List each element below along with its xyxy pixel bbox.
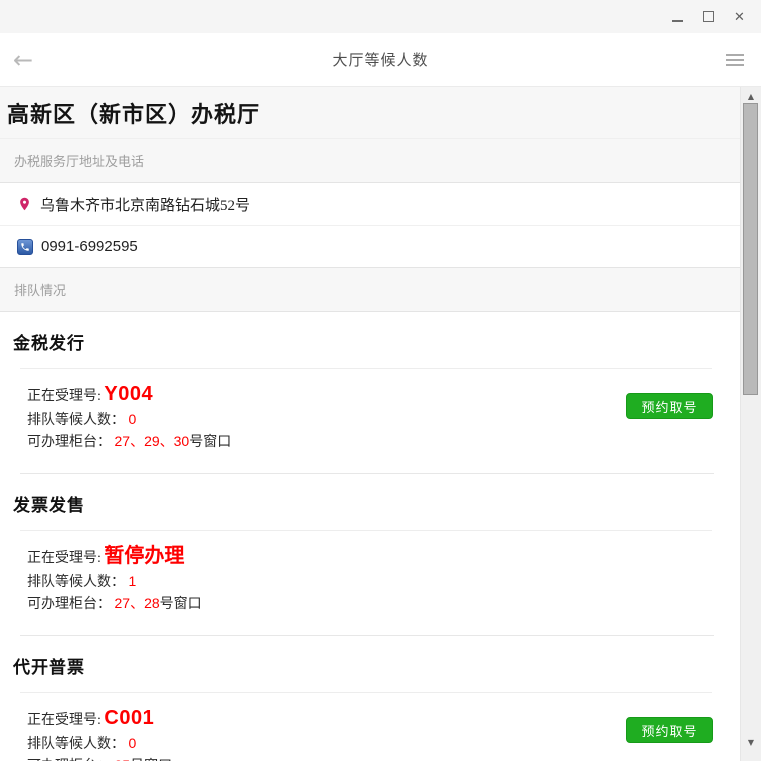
office-name: 高新区（新市区）办税厅 xyxy=(0,87,740,139)
queue-section: 代开普票 正在受理号: C001 排队等候人数： 0 可办理柜台： 25号窗口 … xyxy=(0,636,740,761)
phone-row[interactable]: 0991-6992595 xyxy=(0,225,740,267)
close-icon: ✕ xyxy=(734,9,745,25)
current-number-value: C001 xyxy=(104,707,154,729)
waiting-count-value: 0 xyxy=(129,735,137,751)
counters-line: 可办理柜台： 25号窗口 xyxy=(27,755,620,761)
office-phone: 0991-6992595 xyxy=(41,238,138,255)
titlebar: ✕ xyxy=(0,0,761,33)
content-area: 高新区（新市区）办税厅 办税服务厅地址及电话 乌鲁木齐市北京南路钻石城52号 0… xyxy=(0,87,761,761)
counters-value: 27、28 xyxy=(115,595,160,611)
queue-section: 发票发售 正在受理号: 暂停办理 排队等候人数： 1 可办理柜台： 27、28号… xyxy=(0,474,740,636)
queue-status-block: 排队情况 xyxy=(0,267,740,312)
waiting-count-line: 排队等候人数： 0 xyxy=(27,733,620,755)
queue-section: 金税发行 正在受理号: Y004 排队等候人数： 0 可办理柜台： 27、29、… xyxy=(0,312,740,474)
location-pin-icon xyxy=(17,194,32,214)
counters-label: 可办理柜台： xyxy=(27,435,111,450)
page-title: 大厅等候人数 xyxy=(0,49,761,70)
current-number-label: 正在受理号: xyxy=(27,389,104,404)
office-address: 乌鲁木齐市北京南路钻石城52号 xyxy=(40,194,250,215)
scroll-down-icon[interactable]: ▼ xyxy=(741,738,761,747)
vertical-scrollbar[interactable]: ▲ ▼ xyxy=(740,87,761,761)
minimize-button[interactable] xyxy=(662,4,693,30)
menu-icon[interactable] xyxy=(726,51,744,69)
app-header: ← 大厅等候人数 xyxy=(0,33,761,87)
contact-section-label: 办税服务厅地址及电话 xyxy=(0,139,740,182)
counters-line: 可办理柜台： 27、28号窗口 xyxy=(27,593,620,615)
queue-section-label: 排队情况 xyxy=(0,268,740,311)
address-row[interactable]: 乌鲁木齐市北京南路钻石城52号 xyxy=(0,183,740,225)
office-header-block: 高新区（新市区）办税厅 办税服务厅地址及电话 xyxy=(0,87,740,183)
scroll-up-icon[interactable]: ▲ xyxy=(741,92,761,101)
back-icon[interactable]: ← xyxy=(13,48,33,72)
phone-icon xyxy=(17,239,33,255)
current-number-label: 正在受理号: xyxy=(27,713,104,728)
queue-title: 发票发售 xyxy=(0,491,740,516)
counters-line: 可办理柜台： 27、29、30号窗口 xyxy=(27,431,620,453)
maximize-button[interactable] xyxy=(693,4,724,30)
waiting-count-line: 排队等候人数： 0 xyxy=(27,409,620,431)
waiting-count-value: 0 xyxy=(129,411,137,427)
current-number-line: 正在受理号: 暂停办理 xyxy=(27,544,620,571)
waiting-count-line: 排队等候人数： 1 xyxy=(27,571,620,593)
scrollbar-thumb[interactable] xyxy=(743,103,758,395)
maximize-icon xyxy=(703,11,714,22)
close-button[interactable]: ✕ xyxy=(724,4,755,30)
queue-body: 正在受理号: Y004 排队等候人数： 0 可办理柜台： 27、29、30号窗口… xyxy=(0,369,740,473)
booking-button[interactable]: 预约取号 xyxy=(626,393,713,419)
current-number-line: 正在受理号: Y004 xyxy=(27,382,620,409)
counters-value: 27、29、30 xyxy=(115,433,190,449)
queue-title: 代开普票 xyxy=(0,653,740,678)
counters-value: 25 xyxy=(115,757,131,761)
current-number-value: Y004 xyxy=(104,383,153,405)
queue-title: 金税发行 xyxy=(0,329,740,354)
current-number-label: 正在受理号: xyxy=(27,551,104,566)
waiting-count-label: 排队等候人数： xyxy=(27,575,125,590)
counters-label: 可办理柜台： xyxy=(27,597,111,612)
current-number-line: 正在受理号: C001 xyxy=(27,706,620,733)
counters-suffix: 号窗口 xyxy=(160,597,202,612)
current-number-value: 暂停办理 xyxy=(104,545,184,567)
booking-button[interactable]: 预约取号 xyxy=(626,717,713,743)
waiting-count-label: 排队等候人数： xyxy=(27,413,125,428)
app-window: ✕ ← 大厅等候人数 高新区（新市区）办税厅 办税服务厅地址及电话 乌鲁木齐市北… xyxy=(0,0,761,761)
queue-body: 正在受理号: C001 排队等候人数： 0 可办理柜台： 25号窗口 预约取号 xyxy=(0,693,740,761)
minimize-icon xyxy=(672,20,683,22)
counters-suffix: 号窗口 xyxy=(189,435,231,450)
waiting-count-label: 排队等候人数： xyxy=(27,737,125,752)
queue-sections: 金税发行 正在受理号: Y004 排队等候人数： 0 可办理柜台： 27、29、… xyxy=(0,312,740,761)
queue-body: 正在受理号: 暂停办理 排队等候人数： 1 可办理柜台： 27、28号窗口 xyxy=(0,531,740,635)
waiting-count-value: 1 xyxy=(129,573,137,589)
window-controls: ✕ xyxy=(662,4,755,30)
